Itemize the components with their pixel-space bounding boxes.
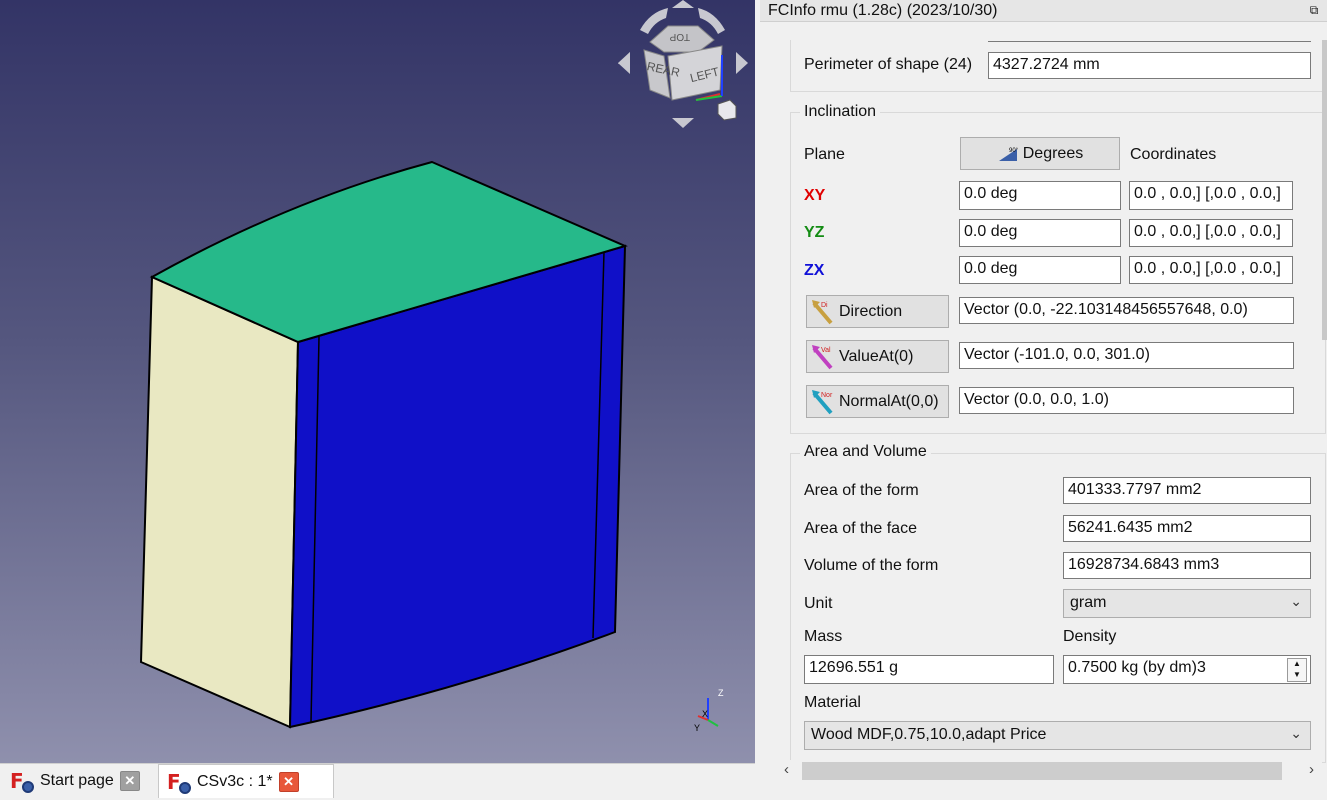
- arrow-up-icon[interactable]: [672, 0, 694, 8]
- area-form-label: Area of the form: [804, 482, 919, 499]
- perimeter-field[interactable]: 4327.2724 mm: [988, 52, 1311, 79]
- normal-at-field[interactable]: Vector (0.0, 0.0, 1.0): [959, 387, 1294, 414]
- axis-y-line: [707, 719, 719, 727]
- xy-coordinates-field[interactable]: 0.0 , 0.0,] [,0.0 , 0.0,]: [1129, 181, 1293, 210]
- density-spinbox[interactable]: 0.7500 kg (by dm)3 ▲ ▼: [1063, 655, 1311, 684]
- material-label: Material: [804, 694, 861, 711]
- plane-yz-label: YZ: [804, 224, 825, 241]
- value-arrow-icon: Val: [812, 344, 833, 369]
- area-volume-title: Area and Volume: [800, 443, 931, 461]
- degrees-button[interactable]: 90° Degrees: [960, 137, 1120, 170]
- volume-form-field[interactable]: 16928734.6843 mm3: [1063, 552, 1311, 579]
- plane-zx-label: ZX: [804, 262, 825, 279]
- unit-dropdown[interactable]: gram ⌄: [1063, 589, 1311, 618]
- yz-degree-field[interactable]: 0.0 deg: [959, 219, 1121, 247]
- unit-value: gram: [1070, 594, 1107, 611]
- plane-xy-label: XY: [804, 187, 826, 204]
- box-left-face[interactable]: [139, 275, 300, 729]
- scroll-thumb[interactable]: [802, 762, 1282, 780]
- tab-start-page[interactable]: F Start page ✕: [2, 764, 156, 798]
- panel-bottom-strip: [760, 782, 1327, 799]
- arrow-down-icon[interactable]: [672, 118, 694, 128]
- spin-down-icon[interactable]: ▼: [1288, 670, 1306, 681]
- area-face-label: Area of the face: [804, 520, 917, 537]
- volume-form-label: Volume of the form: [804, 557, 939, 574]
- normal-at-button-label: NormalAt(0,0): [839, 392, 939, 410]
- plane-label: Plane: [804, 146, 845, 163]
- navigation-cube[interactable]: TOP REAR LEFT: [610, 0, 755, 130]
- axis-x-label: X: [702, 709, 708, 719]
- arrow-left-icon[interactable]: [618, 52, 630, 74]
- normal-arrow-icon: Nor: [812, 389, 833, 414]
- axis-z-label: Z: [718, 688, 724, 698]
- inclination-title: Inclination: [800, 103, 881, 121]
- panel-title: FCInfo rmu (1.28c) (2023/10/30): [768, 1, 998, 19]
- tab-label: CSv3c : 1*: [197, 772, 273, 790]
- mass-label: Mass: [804, 628, 843, 645]
- zx-degree-field[interactable]: 0.0 deg: [959, 256, 1121, 284]
- axis-indicator: Z X Y: [694, 688, 724, 733]
- mass-field[interactable]: 12696.551 g: [804, 655, 1054, 684]
- area-form-field[interactable]: 401333.7797 mm2: [1063, 477, 1311, 504]
- freecad-logo-icon: F: [167, 770, 191, 794]
- view-menu-icon[interactable]: [717, 99, 737, 121]
- value-at-field[interactable]: Vector (-101.0, 0.0, 301.0): [959, 342, 1294, 369]
- vertical-scrollbar[interactable]: [1322, 40, 1327, 340]
- chevron-down-icon: ⌄: [1290, 725, 1302, 741]
- material-value: Wood MDF,0.75,10.0,adapt Price: [811, 726, 1047, 743]
- direction-button[interactable]: Di Direction: [806, 295, 949, 328]
- spin-up-icon[interactable]: ▲: [1288, 659, 1306, 670]
- axis-y-label: Y: [694, 723, 700, 733]
- value-at-button[interactable]: Val ValueAt(0): [806, 340, 949, 373]
- spin-arrows[interactable]: ▲ ▼: [1287, 658, 1307, 682]
- tab-document[interactable]: F CSv3c : 1* ✕: [158, 764, 334, 798]
- 3d-viewport[interactable]: TOP REAR LEFT Z X Y: [0, 0, 755, 763]
- close-icon[interactable]: ✕: [119, 771, 140, 791]
- coordinates-label: Coordinates: [1130, 146, 1217, 163]
- arrow-right-icon[interactable]: [736, 52, 748, 74]
- xy-degree-field[interactable]: 0.0 deg: [959, 181, 1121, 210]
- freecad-logo-icon: F: [10, 769, 34, 793]
- value-at-button-label: ValueAt(0): [839, 347, 914, 365]
- svg-text:Nor: Nor: [821, 392, 833, 399]
- degrees-button-label: Degrees: [1022, 144, 1084, 162]
- document-tab-bar: F Start page ✕ F CSv3c : 1* ✕: [0, 763, 755, 800]
- close-icon[interactable]: ✕: [278, 771, 299, 792]
- zx-coordinates-field[interactable]: 0.0 , 0.0,] [,0.0 , 0.0,]: [1129, 256, 1293, 284]
- perimeter-label: Perimeter of shape (24): [804, 56, 973, 73]
- normal-at-button[interactable]: Nor NormalAt(0,0): [806, 385, 949, 418]
- area-face-field[interactable]: 56241.6435 mm2: [1063, 515, 1311, 542]
- tab-label: Start page: [40, 772, 114, 789]
- svg-text:Val: Val: [821, 347, 831, 354]
- angle-icon: 90°: [998, 148, 1019, 161]
- direction-field[interactable]: Vector (0.0, -22.103148456557648, 0.0): [959, 297, 1294, 324]
- density-value: 0.7500 kg (by dm)3: [1068, 659, 1206, 676]
- scroll-right-icon[interactable]: ›: [1309, 761, 1314, 778]
- unit-label: Unit: [804, 595, 833, 612]
- density-label: Density: [1063, 628, 1117, 645]
- direction-arrow-icon: Di: [812, 299, 833, 324]
- float-panel-icon[interactable]: ⧉: [1307, 3, 1321, 17]
- fcinfo-panel: Perimeter of shape (24) 4327.2724 mm Inc…: [776, 40, 1326, 763]
- scroll-left-icon[interactable]: ‹: [784, 761, 789, 778]
- panel-title-bar: FCInfo rmu (1.28c) (2023/10/30) ⧉: [760, 0, 1327, 22]
- svg-text:90°: 90°: [1009, 148, 1019, 154]
- direction-button-label: Direction: [839, 302, 903, 320]
- material-dropdown[interactable]: Wood MDF,0.75,10.0,adapt Price ⌄: [804, 721, 1311, 750]
- svg-text:Di: Di: [821, 302, 828, 309]
- horizontal-scrollbar[interactable]: ‹ ›: [776, 760, 1322, 782]
- chevron-down-icon: ⌄: [1290, 593, 1302, 609]
- yz-coordinates-field[interactable]: 0.0 , 0.0,] [,0.0 , 0.0,]: [1129, 219, 1293, 247]
- cube-top-label: TOP: [669, 31, 690, 42]
